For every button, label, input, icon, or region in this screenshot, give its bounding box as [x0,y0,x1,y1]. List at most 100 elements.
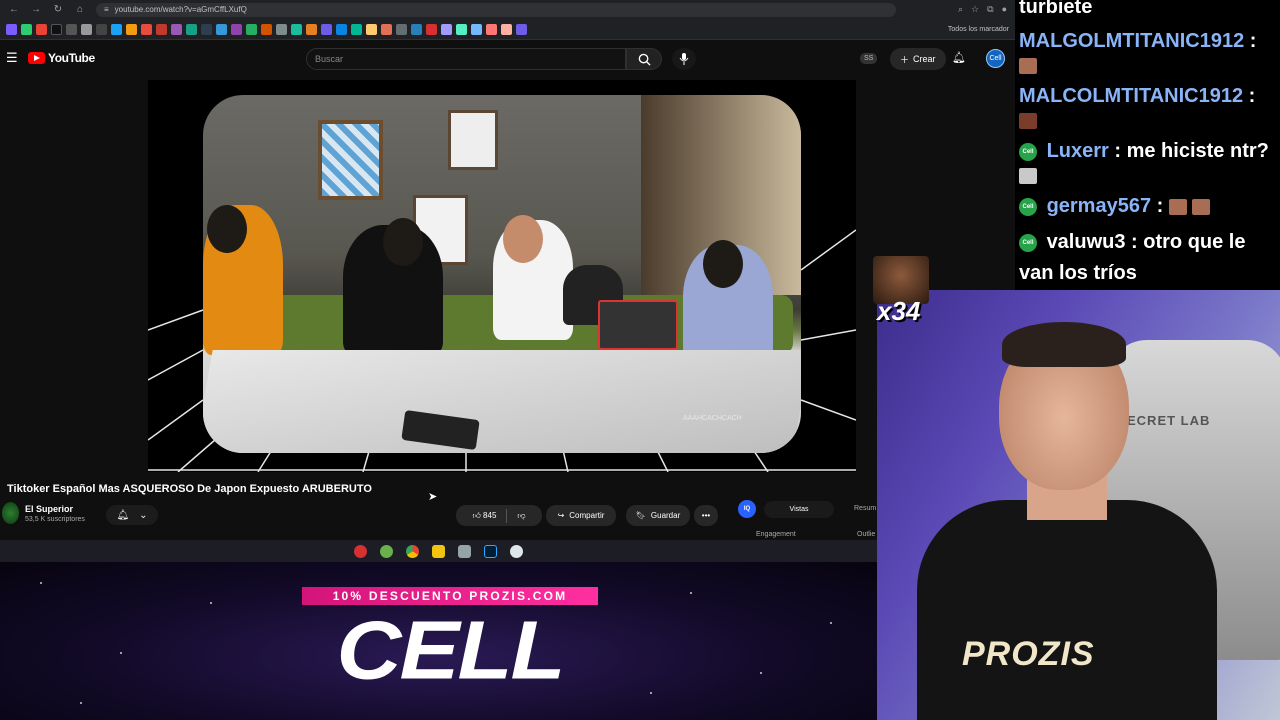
bookmark-icon[interactable] [246,23,257,35]
chat-emote-icon [1168,198,1187,215]
chat-message: MALCOLMTITANIC1912 : [1019,85,1256,107]
account-avatar[interactable]: Cell [986,49,1005,68]
like-button[interactable]: 👍︎ 845 [472,511,496,521]
video-player[interactable]: AAAHCACHCACH [148,80,856,472]
chat-message: Cell Luxerr : me hiciste ntr? [1019,140,1269,163]
reload-icon[interactable]: ↻ [52,4,64,15]
chat-username: germay567 [1046,195,1152,217]
bookmark-icon[interactable] [201,23,212,35]
subscriber-badge-icon: Cell [1019,197,1037,216]
extensions-icon[interactable]: ⧉ [987,4,993,15]
bookmark-icon[interactable] [216,23,227,35]
search-icon [638,53,651,66]
bookmark-icon[interactable] [231,23,242,35]
share-button[interactable]: ↪ Compartir [546,505,616,526]
forward-icon[interactable]: → [30,4,42,15]
channel-name[interactable]: El Superior [25,504,73,514]
bookmark-icon[interactable] [171,23,182,35]
bookmark-icon[interactable] [411,23,422,35]
app-icon[interactable] [510,544,523,558]
gmail-icon[interactable] [36,23,47,35]
dislike-button[interactable]: 👎︎ [517,511,525,521]
folder-icon[interactable] [432,544,445,558]
emote-combo-count: x34 [877,296,921,326]
voice-search-button[interactable] [672,48,696,70]
bookmark-icon[interactable] [351,23,362,35]
notifications-bell-icon[interactable]: 🔔︎ [952,51,966,64]
vidiq-logo[interactable]: IQ [738,500,756,518]
chrome-icon[interactable] [406,544,419,558]
channel-avatar[interactable] [2,502,19,524]
bookmark-icon[interactable] [321,23,332,35]
app-icon[interactable] [354,544,367,558]
bookmark-icon[interactable] [381,23,392,35]
chat-username: Luxerr [1046,140,1109,162]
streamer-body [917,500,1217,720]
wall-frame-image [448,110,498,170]
bell-icon: 🔔︎ [116,509,130,521]
bookmark-icon[interactable] [111,23,122,35]
app-icon[interactable] [380,544,393,558]
bookmark-icon[interactable] [306,23,317,35]
search-input[interactable]: Buscar [306,48,626,70]
bookmark-icon[interactable] [276,23,287,35]
bookmark-icon[interactable] [501,23,512,35]
bookmark-icon[interactable] [261,23,272,35]
bookmark-icon[interactable] [516,23,527,35]
chat-emote-icon [1019,112,1037,129]
all-bookmarks-folder[interactable]: Todos los marcador [948,26,1009,33]
search-button[interactable] [626,48,662,70]
bookmark-icon[interactable] [336,23,347,35]
bookmark-icon[interactable] [96,23,107,35]
tab-resumen[interactable]: Resum [854,505,876,512]
video-watermark: AAAHCACHCACH [683,415,742,422]
chat-message: turbiete [1019,0,1093,18]
subscriber-badge-icon: Cell [1019,142,1037,161]
header-badge[interactable]: SS [860,53,878,64]
bookmark-icon[interactable] [21,23,32,35]
bookmark-icon[interactable] [6,23,17,35]
bookmark-icon[interactable] [456,23,467,35]
bookmark-star-icon[interactable]: ☆ [971,4,979,15]
create-label: Crear [913,54,936,64]
home-icon[interactable]: ⌂ [74,4,86,15]
save-button[interactable]: 🔖︎ Guardar [626,505,690,526]
bookmark-icon[interactable] [66,23,77,35]
youtube-logo[interactable]: YouTube [28,51,95,65]
person-head [503,215,543,263]
zoom-icon[interactable]: ⌕ [958,4,963,15]
bookmark-icon[interactable] [426,23,437,35]
profile-icon[interactable]: ● [1002,4,1007,15]
bookmark-icon[interactable] [156,23,167,35]
bookmark-icon[interactable] [396,23,407,35]
person-head [383,218,423,266]
subscription-bell-button[interactable]: 🔔︎ ⌄ [106,505,158,525]
app-icon[interactable] [458,544,471,558]
bookmark-icon[interactable] [441,23,452,35]
youtube-play-icon [28,52,45,64]
photoshop-icon[interactable] [484,544,497,558]
engagement-label: Engagement [756,531,796,538]
back-icon[interactable]: ← [8,4,20,15]
chat-overlay: turbiete MALGOLMTITANIC1912 : MALCOLMTIT… [1015,0,1280,290]
bookmark-icon[interactable] [81,23,92,35]
tiktok-icon[interactable] [51,23,62,35]
youtube-header: ☰ YouTube Buscar SS ＋ Crear 🔔︎ Cell [0,40,1015,76]
create-button[interactable]: ＋ Crear [890,48,946,70]
bookmark-icon[interactable] [291,23,302,35]
site-info-icon[interactable]: ≡ [104,5,109,14]
bookmark-icon[interactable] [186,23,197,35]
bookmark-icon[interactable] [126,23,137,35]
more-actions-button[interactable]: ••• [694,505,718,526]
video-title: Tiktoker Español Mas ASQUEROSO De Japon … [7,483,372,495]
chat-emote-icon [1019,57,1037,74]
bookmark-icon[interactable] [366,23,377,35]
bookmark-icon[interactable] [486,23,497,35]
bookmark-icon: 🔖︎ [635,511,646,520]
address-bar[interactable]: ≡ youtube.com/watch?v=aGmCffLXufQ [96,2,896,17]
bookmark-icon[interactable] [471,23,482,35]
bookmark-icon[interactable] [141,23,152,35]
tab-vistas[interactable]: Vistas [764,501,834,518]
menu-icon[interactable]: ☰ [6,50,22,66]
chat-username: MALCOLMTITANIC1912 [1019,85,1244,107]
